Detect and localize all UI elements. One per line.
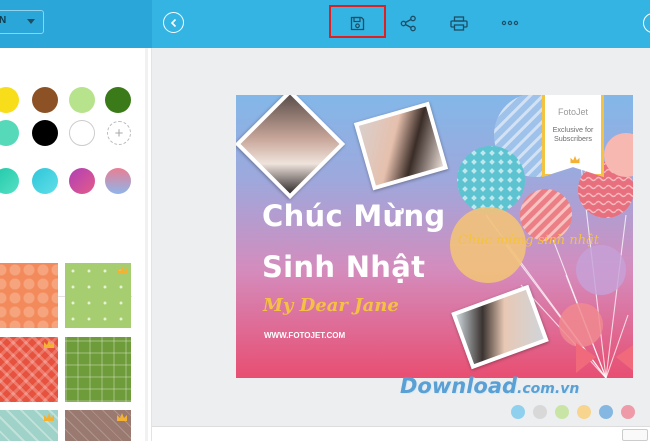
card-url: WWW.FOTOJET.COM: [264, 331, 346, 340]
fit-button[interactable]: [622, 429, 648, 441]
card-title-line2: Sinh Nhật: [262, 250, 426, 284]
status-bar: [152, 426, 650, 441]
pattern-tile-teal-diamond[interactable]: [0, 410, 58, 441]
save-button[interactable]: [346, 12, 368, 34]
card-script-text: Chúc mừng sinh nhật: [458, 233, 600, 248]
watermark-dot: [599, 405, 613, 419]
watermark-dot: [621, 405, 635, 419]
pattern-tile-green-plaid[interactable]: [65, 337, 131, 402]
pattern-tile-brown-grid[interactable]: [65, 410, 131, 441]
background-panel: +: [0, 48, 152, 441]
toolbar-left: N: [0, 0, 152, 48]
color-swatch-black[interactable]: [32, 120, 58, 146]
watermark-dot: [533, 405, 547, 419]
watermark-dot: [555, 405, 569, 419]
gradient-swatch-pink-blue[interactable]: [105, 168, 131, 194]
crown-icon: [570, 155, 580, 164]
gradient-swatch-cyan[interactable]: [32, 168, 58, 194]
more-options-button[interactable]: [499, 12, 521, 34]
color-swatch-mint[interactable]: [0, 120, 19, 146]
photo-2: [358, 106, 444, 186]
pattern-tile-orange-dots[interactable]: [0, 263, 58, 328]
color-swatch-light-green[interactable]: [69, 87, 95, 113]
exclusive-badge: FotoJet Exclusive for Subscribers: [542, 95, 604, 177]
pattern-tile-red-weave[interactable]: [0, 337, 58, 402]
watermark-domain: .com.vn: [517, 381, 580, 397]
watermark-text: Download: [400, 374, 518, 398]
save-icon: [350, 16, 364, 30]
fotojet-logo: FotoJet: [557, 107, 588, 117]
crown-icon: [44, 340, 54, 348]
birthday-card-canvas[interactable]: FotoJet Exclusive for Subscribers Chúc M…: [236, 95, 633, 378]
gradient-swatch-purple[interactable]: [69, 168, 95, 194]
exclusive-text: Exclusive for Subscribers: [552, 125, 594, 143]
share-icon: [400, 15, 416, 31]
back-icon: [170, 18, 176, 27]
plus-icon: +: [114, 124, 124, 142]
pattern-tile-green-dots[interactable]: [65, 263, 131, 328]
watermark-dot: [511, 405, 525, 419]
color-swatch-white[interactable]: [69, 120, 95, 146]
gradient-swatch-teal[interactable]: [0, 168, 19, 194]
crown-icon: [44, 413, 54, 421]
color-swatch-brown[interactable]: [32, 87, 58, 113]
font-dropdown-value: N: [0, 15, 7, 26]
font-dropdown[interactable]: N: [0, 10, 44, 34]
chevron-down-icon: [27, 19, 35, 24]
share-button[interactable]: [397, 12, 419, 34]
back-button[interactable]: [163, 12, 184, 33]
watermark-dot: [577, 405, 591, 419]
card-subtitle: My Dear Jane: [263, 295, 399, 316]
more-icon: [501, 20, 519, 26]
print-icon: [450, 15, 468, 31]
print-button[interactable]: [448, 12, 470, 34]
crown-icon: [117, 266, 127, 274]
crown-icon: [117, 413, 127, 421]
card-title-line1: Chúc Mừng: [262, 199, 446, 233]
color-swatch-yellow[interactable]: [0, 87, 19, 113]
add-color-button[interactable]: +: [107, 121, 131, 145]
panel-scrollbar[interactable]: [145, 48, 148, 441]
download-watermark: Download.com.vn: [400, 374, 579, 398]
color-swatch-dark-green[interactable]: [105, 87, 131, 113]
